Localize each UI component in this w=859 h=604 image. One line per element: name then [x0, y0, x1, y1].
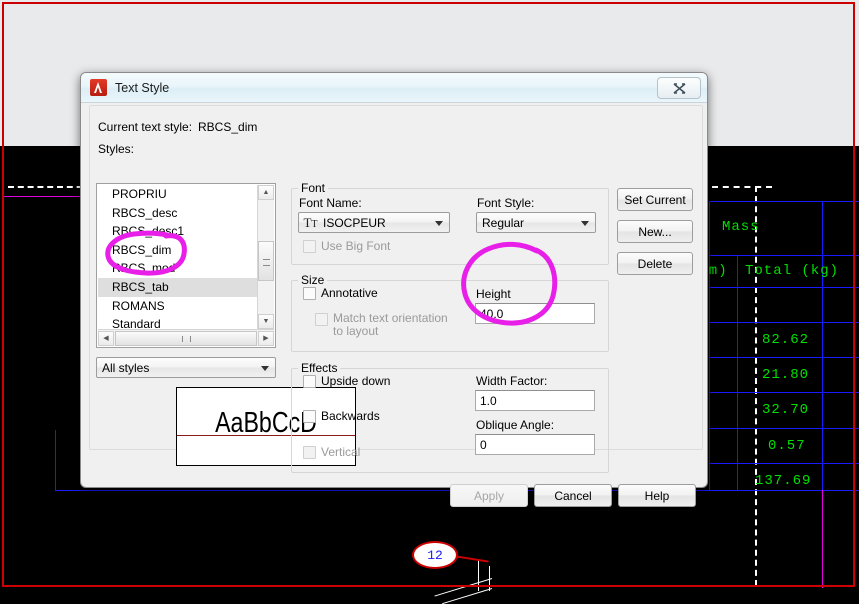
table-border-right — [822, 201, 823, 491]
upside-down-label: Upside down — [321, 374, 391, 388]
table-cell-value-1: 82.62 — [762, 332, 810, 348]
chevron-down-icon — [435, 221, 443, 226]
effects-group-label: Effects — [298, 361, 341, 375]
table-border-row4 — [709, 428, 859, 429]
styles-listbox[interactable]: PROPRIU RBCS_desc RBCS_desc1 RBCS_dim RB… — [96, 183, 276, 348]
close-icon[interactable] — [657, 77, 701, 99]
height-label: Height — [476, 287, 511, 301]
current-style-label: Current text style: — [98, 120, 193, 134]
dialog-title: Text Style — [115, 80, 170, 95]
table-border-top — [709, 201, 859, 202]
autocad-logo-icon — [90, 79, 107, 96]
match-text-orientation-checkbox — [315, 313, 328, 326]
table-border-row3 — [709, 392, 859, 393]
balloon-label: 12 — [427, 547, 443, 563]
scroll-up-icon[interactable]: ▲ — [258, 185, 274, 200]
font-style-label: Font Style: — [477, 196, 535, 210]
cancel-button[interactable]: Cancel — [534, 484, 612, 507]
upside-down-checkbox[interactable] — [303, 375, 316, 388]
scroll-left-icon[interactable]: ◀ — [98, 330, 114, 346]
drawing-dashed-line-right — [712, 186, 772, 188]
annotative-label: Annotative — [321, 286, 378, 300]
drawing-magenta-line-left — [2, 196, 80, 197]
styles-vertical-scrollbar[interactable]: ▲ ▼ — [257, 185, 274, 329]
styles-label: Styles: — [98, 142, 135, 156]
oblique-angle-label: Oblique Angle: — [476, 418, 555, 432]
balloon-callout[interactable]: 12 — [412, 541, 458, 569]
style-filter-dropdown[interactable]: All styles — [96, 357, 276, 378]
dialog-body: Current text style: RBCS_dim Styles: PRO… — [81, 102, 707, 507]
styles-horizontal-scrollbar[interactable]: ◀ ▶ — [98, 329, 274, 346]
table-border-row5 — [709, 463, 859, 464]
chevron-down-icon — [581, 221, 589, 226]
horizontal-scroll-thumb[interactable] — [115, 330, 257, 346]
table-header-mass: Mass — [722, 219, 760, 235]
font-name-value: ISOCPEUR — [323, 215, 386, 230]
close-glyph — [672, 82, 686, 94]
list-item[interactable]: ROMANS — [98, 297, 258, 316]
match-text-orientation-label-line2: to layout — [333, 324, 379, 338]
list-item[interactable]: RBCS_mod — [98, 259, 258, 278]
drawing-edge-1 — [478, 560, 479, 591]
font-style-dropdown[interactable]: Regular — [476, 212, 596, 233]
table-cell-value-4: 0.57 — [768, 438, 806, 454]
table-border-mid1 — [709, 255, 859, 256]
list-item-selected[interactable]: RBCS_tab — [98, 277, 258, 297]
font-name-dropdown[interactable]: TT ISOCPEUR — [298, 212, 450, 233]
use-big-font-checkbox[interactable] — [303, 240, 316, 253]
help-button[interactable]: Help — [618, 484, 696, 507]
table-col-divider-2 — [737, 255, 738, 491]
list-item[interactable]: PROPRIU — [98, 185, 258, 204]
dialog-titlebar[interactable]: Text Style — [81, 73, 707, 103]
height-input[interactable]: 40.0 — [475, 303, 595, 324]
scroll-down-icon[interactable]: ▼ — [258, 314, 274, 329]
backwards-checkbox[interactable] — [303, 410, 316, 423]
vertical-checkbox — [303, 446, 316, 459]
table-cell-value-3: 32.70 — [762, 402, 810, 418]
vertical-label: Vertical — [321, 445, 361, 459]
use-big-font-label: Use Big Font — [321, 239, 391, 253]
font-group-label: Font — [298, 181, 329, 195]
font-name-label: Font Name: — [299, 196, 362, 210]
table-border-mid2 — [709, 287, 859, 288]
oblique-angle-input[interactable]: 0 — [475, 434, 595, 455]
style-filter-value: All styles — [102, 360, 150, 375]
table-cell-value-5: 137.69 — [755, 473, 812, 489]
list-item[interactable]: RBCS_dim — [98, 241, 258, 260]
drawing-magenta-line-right — [822, 490, 823, 588]
vertical-scroll-thumb[interactable] — [258, 241, 274, 281]
table-header-total: Total (kg) — [745, 263, 840, 279]
list-item[interactable]: Standard — [98, 315, 258, 329]
width-factor-label: Width Factor: — [476, 374, 548, 388]
font-style-value: Regular — [482, 215, 525, 230]
set-current-button[interactable]: Set Current — [617, 188, 693, 211]
backwards-label: Backwards — [321, 409, 380, 423]
drawing-centerline — [755, 186, 757, 586]
table-border-row2 — [709, 357, 859, 358]
delete-button[interactable]: Delete — [617, 252, 693, 275]
current-style-value: RBCS_dim — [198, 120, 258, 134]
table-border-left — [55, 430, 56, 491]
styles-list-items[interactable]: PROPRIU RBCS_desc RBCS_desc1 RBCS_dim RB… — [98, 185, 258, 329]
table-border-row1 — [709, 322, 859, 323]
table-cell-value-2: 21.80 — [762, 367, 810, 383]
text-style-dialog[interactable]: Text Style Current text style: RBCS_dim … — [80, 72, 708, 507]
chevron-down-icon — [261, 366, 269, 371]
match-text-orientation-label-line1: Match text orientation — [333, 311, 448, 325]
size-group-label: Size — [298, 273, 328, 287]
list-item[interactable]: RBCS_desc1 — [98, 222, 258, 241]
drawing-edge-3 — [434, 578, 493, 597]
scroll-right-icon[interactable]: ▶ — [258, 330, 274, 346]
width-factor-input[interactable]: 1.0 — [475, 390, 595, 411]
list-item[interactable]: RBCS_desc — [98, 204, 258, 223]
truetype-icon: TT — [303, 214, 318, 230]
annotative-checkbox[interactable] — [303, 287, 316, 300]
apply-button: Apply — [450, 484, 528, 507]
new-button[interactable]: New... — [617, 220, 693, 243]
